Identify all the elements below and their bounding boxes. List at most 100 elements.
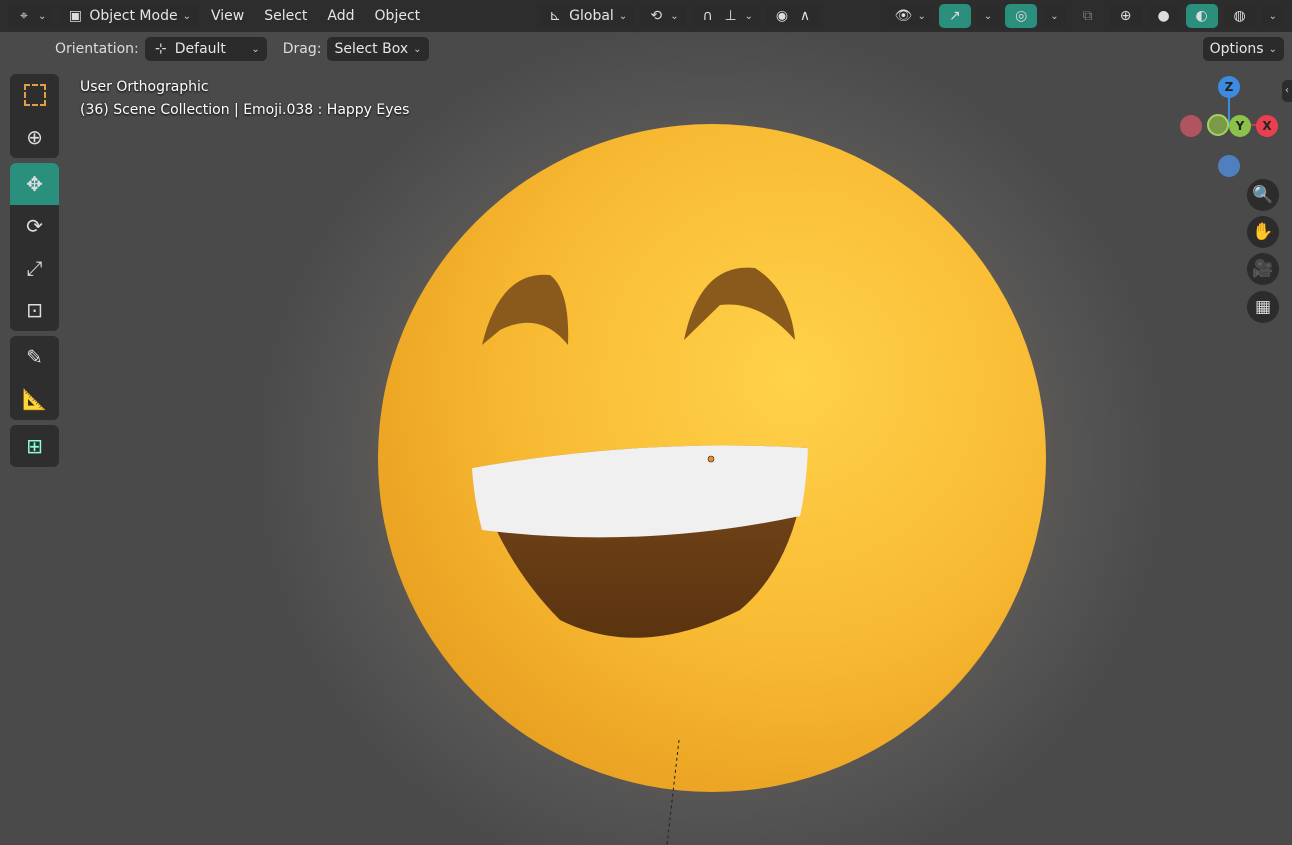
menu-view[interactable]: View — [204, 4, 251, 28]
mode-label: Object Mode — [89, 8, 178, 24]
scale-icon: ⤢ — [26, 256, 43, 280]
add-cube-icon: ⊞ — [26, 434, 43, 458]
transform-icon: ⊡ — [26, 298, 43, 322]
grid-icon: ▦ — [1254, 297, 1272, 317]
chevron-down-icon: ⌄ — [182, 10, 191, 22]
toggle-perspective-button[interactable]: ▦ — [1247, 291, 1279, 323]
pivot-icon: ⟲ — [650, 8, 663, 24]
3d-viewport[interactable] — [0, 0, 1292, 845]
zoom-icon: 🔍 — [1252, 185, 1274, 205]
menu-add[interactable]: Add — [320, 4, 361, 28]
chevron-down-icon: ⌄ — [670, 10, 679, 22]
3d-viewport-icon: ⌖ — [20, 8, 28, 24]
camera-icon: 🎥 — [1252, 259, 1274, 279]
orientation-value: Default — [174, 41, 226, 57]
chevron-down-icon: ⌄ — [917, 10, 926, 22]
cursor-icon: ⊕ — [26, 125, 43, 149]
toolbar: ⊕ ✥ ⟳ ⤢ ⊡ ✎ 📐 ⊞ — [10, 74, 59, 467]
emoji-model — [378, 124, 1046, 845]
visibility-dropdown[interactable]: 👁 ⌄ — [887, 4, 933, 28]
transform-orientation-dropdown[interactable]: ⊾ Global ⌄ — [539, 4, 635, 28]
add-cube-tool[interactable]: ⊞ — [10, 425, 59, 467]
orientation-dropdown[interactable]: ⊹ Default ⌄ — [144, 37, 267, 61]
magnet-icon: ∩ — [702, 8, 713, 24]
drag-dropdown[interactable]: Select Box ⌄ — [327, 37, 429, 61]
x-axis-button[interactable]: X — [1256, 115, 1278, 137]
axes-icon: ⊾ — [549, 8, 561, 24]
tool-settings-bar: Orientation: ⊹ Default ⌄ Drag: Select Box ⌄… — [0, 32, 1292, 66]
transform-tool[interactable]: ⊡ — [10, 289, 59, 331]
neg-y-axis-button[interactable] — [1207, 114, 1229, 136]
select-box-tool[interactable] — [10, 74, 59, 116]
menu-object[interactable]: Object — [368, 4, 428, 28]
ruler-icon: 📐 — [22, 387, 47, 411]
overlays-toggle[interactable]: ◎ — [1005, 4, 1038, 28]
chevron-left-icon: ‹ — [1285, 85, 1289, 96]
camera-view-button[interactable]: 🎥 — [1247, 253, 1279, 285]
scale-tool[interactable]: ⤢ — [10, 247, 59, 289]
proportional-editing-toggle[interactable]: ◉ ∧ — [765, 4, 821, 28]
measure-tool[interactable]: 📐 — [10, 378, 59, 420]
proportional-icon: ◉ — [775, 8, 789, 24]
viewport-header: ⌖ ⌄ ▣ Object Mode ⌄ View Select Add Object … — [0, 0, 1292, 32]
shading-solid[interactable]: ● — [1147, 4, 1180, 28]
chevron-down-icon: ⌄ — [744, 10, 753, 22]
pencil-icon: ✎ — [26, 345, 43, 369]
rotate-icon: ⟳ — [26, 214, 43, 238]
editor-type-button[interactable]: ⌖ ⌄ — [8, 4, 54, 28]
rotate-tool[interactable]: ⟳ — [10, 205, 59, 247]
viewport-info: User Orthographic (36) Scene Collection … — [80, 76, 409, 122]
snap-toggle[interactable]: ∩ ⊥ ⌄ — [691, 4, 760, 28]
shading-material-preview[interactable]: ◐ — [1185, 4, 1218, 28]
snap-increment-icon: ⊥ — [724, 8, 737, 24]
cursor-tool[interactable]: ⊕ — [10, 116, 59, 158]
chevron-down-icon: ⌄ — [251, 43, 260, 55]
chevron-down-icon: ⌄ — [1268, 10, 1277, 22]
drag-value: Select Box — [334, 41, 409, 57]
hand-icon: ✋ — [1252, 222, 1274, 242]
move-icon: ✥ — [26, 172, 43, 196]
view-name: User Orthographic — [80, 79, 209, 95]
drag-label: Drag: — [282, 41, 322, 57]
falloff-icon: ∧ — [799, 8, 811, 24]
menu-select[interactable]: Select — [257, 4, 314, 28]
scene-context: (36) Scene Collection | Emoji.038 : Happ… — [80, 102, 410, 118]
y-axis-button[interactable]: Y — [1229, 115, 1251, 137]
move-tool[interactable]: ✥ — [10, 163, 59, 205]
chevron-down-icon: ⌄ — [1268, 43, 1277, 55]
gizmo-axes-icon: ⊹ — [154, 41, 167, 57]
xray-toggle[interactable]: ⧉ — [1072, 4, 1104, 28]
solid-icon: ● — [1157, 8, 1170, 24]
orientation-label: Global — [569, 8, 614, 24]
chevron-down-icon: ⌄ — [38, 10, 47, 22]
options-label: Options — [1209, 41, 1264, 57]
overlays-icon: ◎ — [1015, 8, 1028, 24]
chevron-down-icon: ⌄ — [983, 10, 993, 22]
overlays-dropdown[interactable]: ⌄ — [1043, 4, 1066, 28]
chevron-down-icon: ⌄ — [1050, 10, 1059, 22]
chevron-down-icon: ⌄ — [618, 10, 628, 22]
sidebar-toggle[interactable]: ‹ — [1282, 80, 1292, 102]
eye-icon: 👁 — [894, 8, 913, 24]
xray-icon: ⧉ — [1082, 8, 1093, 24]
annotate-tool[interactable]: ✎ — [10, 336, 59, 378]
shading-rendered[interactable]: ◍ — [1223, 4, 1256, 28]
gizmo-toggle[interactable]: ↗ — [938, 4, 971, 28]
neg-z-axis-button[interactable] — [1218, 155, 1240, 177]
z-axis-button[interactable]: Z — [1218, 76, 1240, 98]
pivot-point-dropdown[interactable]: ⟲ ⌄ — [640, 4, 686, 28]
mode-dropdown[interactable]: ▣ Object Mode ⌄ — [59, 4, 198, 28]
orientation-label: Orientation: — [55, 41, 139, 57]
object-mode-icon: ▣ — [68, 8, 82, 24]
shading-dropdown[interactable]: ⌄ — [1261, 4, 1284, 28]
neg-x-axis-button[interactable] — [1180, 115, 1202, 137]
rendered-icon: ◍ — [1233, 8, 1246, 24]
gizmo-dropdown[interactable]: ⌄ — [976, 4, 1000, 28]
shading-wireframe[interactable]: ⊕ — [1109, 4, 1142, 28]
select-box-icon — [23, 84, 46, 106]
zoom-button[interactable]: 🔍 — [1247, 179, 1279, 211]
pan-button[interactable]: ✋ — [1247, 216, 1279, 248]
gizmo-icon: ↗ — [948, 8, 961, 24]
options-dropdown[interactable]: Options ⌄ — [1202, 37, 1284, 61]
material-preview-icon: ◐ — [1195, 8, 1208, 24]
